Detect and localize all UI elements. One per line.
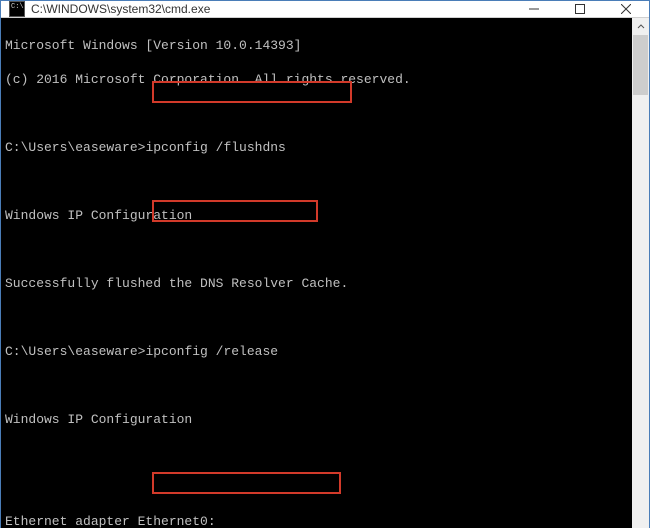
- terminal-line: [5, 479, 628, 496]
- titlebar[interactable]: C:\WINDOWS\system32\cmd.exe: [1, 1, 649, 18]
- terminal-output[interactable]: Microsoft Windows [Version 10.0.14393] (…: [1, 18, 632, 528]
- command-text: ipconfig /flushdns: [145, 140, 285, 155]
- terminal-line: [5, 105, 628, 122]
- terminal-line: [5, 309, 628, 326]
- terminal-line: Windows IP Configuration: [5, 411, 628, 428]
- terminal-line: Successfully flushed the DNS Resolver Ca…: [5, 275, 628, 292]
- cmd-window: C:\WINDOWS\system32\cmd.exe Microsoft Wi…: [0, 0, 650, 528]
- maximize-button[interactable]: [557, 1, 603, 17]
- terminal-line: [5, 241, 628, 258]
- chevron-up-icon: [637, 23, 645, 31]
- close-button[interactable]: [603, 1, 649, 17]
- terminal-line: C:\Users\easeware>ipconfig /flushdns: [5, 139, 628, 156]
- maximize-icon: [575, 4, 585, 14]
- command-text: ipconfig /release: [145, 344, 278, 359]
- window-controls: [511, 1, 649, 17]
- close-icon: [621, 4, 631, 14]
- terminal-line: [5, 445, 628, 462]
- scrollbar-thumb[interactable]: [633, 35, 648, 95]
- terminal-line: Ethernet adapter Ethernet0:: [5, 513, 628, 528]
- terminal-line: (c) 2016 Microsoft Corporation. All righ…: [5, 71, 628, 88]
- terminal-line: Microsoft Windows [Version 10.0.14393]: [5, 37, 628, 54]
- minimize-button[interactable]: [511, 1, 557, 17]
- window-title: C:\WINDOWS\system32\cmd.exe: [31, 2, 511, 16]
- scrollbar-track[interactable]: [632, 35, 649, 528]
- vertical-scrollbar[interactable]: [632, 18, 649, 528]
- terminal-line: [5, 173, 628, 190]
- minimize-icon: [529, 4, 539, 14]
- terminal-line: Windows IP Configuration: [5, 207, 628, 224]
- terminal-line: [5, 377, 628, 394]
- cmd-app-icon: [9, 1, 25, 17]
- prompt: C:\Users\easeware>: [5, 344, 145, 359]
- scroll-up-button[interactable]: [632, 18, 649, 35]
- terminal-line: C:\Users\easeware>ipconfig /release: [5, 343, 628, 360]
- prompt: C:\Users\easeware>: [5, 140, 145, 155]
- client-area: Microsoft Windows [Version 10.0.14393] (…: [1, 18, 649, 528]
